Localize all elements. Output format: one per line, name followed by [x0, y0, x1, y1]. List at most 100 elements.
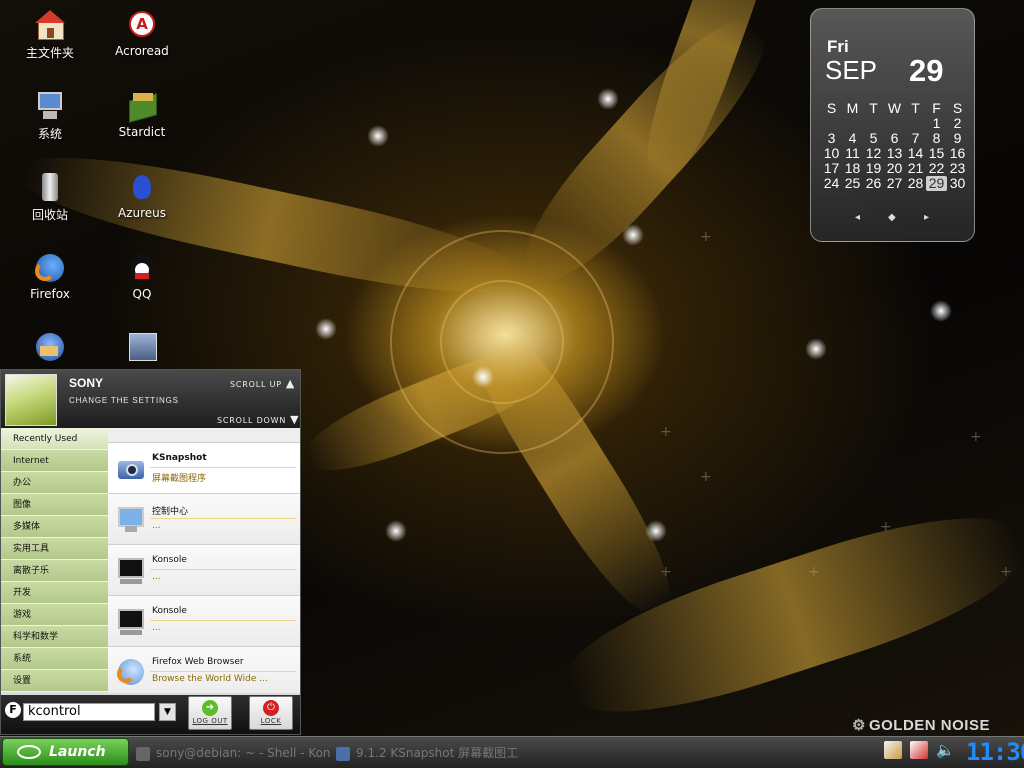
calendar-day-cell[interactable]: 22: [926, 161, 947, 176]
calendar-day-cell[interactable]: 6: [884, 131, 905, 146]
computer-icon: [35, 91, 65, 121]
calendar-week-row: 24 25 26 27 28 29 30: [821, 176, 969, 191]
taskbar-task-konsole[interactable]: sony@debian: ~ - Shell - Kon: [136, 743, 331, 763]
calendar-day-cell[interactable]: 13: [884, 146, 905, 161]
desktop-icon-app[interactable]: [99, 332, 185, 366]
calendar-day-cell[interactable]: 3: [821, 131, 842, 146]
app-item-ksnapshot[interactable]: KSnapshot 屏幕截图程序: [108, 443, 300, 494]
calendar-day-cell[interactable]: [905, 116, 926, 131]
arrow-up-icon: ▲: [285, 377, 296, 390]
desktop-icon-system[interactable]: 系统: [7, 91, 93, 142]
calendar-day-cell[interactable]: 1: [926, 116, 947, 131]
task-label: 9.1.2 KSnapshot 屏幕截图工: [356, 746, 519, 760]
calendar-day-cell[interactable]: 19: [863, 161, 884, 176]
run-command-input[interactable]: kcontrol: [23, 703, 155, 721]
desktop-icon-firefox[interactable]: Firefox: [7, 253, 93, 301]
change-settings-link[interactable]: CHANGE THE SETTINGS: [69, 396, 179, 405]
taskbar-task-ksnapshot[interactable]: 9.1.2 KSnapshot 屏幕截图工: [336, 743, 518, 763]
tray-klipper-icon[interactable]: [884, 741, 902, 759]
logout-icon: ➜: [202, 700, 218, 716]
calendar-day-cell[interactable]: [821, 116, 842, 131]
category-graphics[interactable]: 图像: [1, 494, 108, 516]
desktop-icon-home[interactable]: 主文件夹: [7, 10, 93, 61]
calendar-prev-button[interactable]: ◂: [855, 212, 860, 223]
calendar-day-cell[interactable]: 23: [947, 161, 968, 176]
calendar-day-cell[interactable]: 16: [947, 146, 968, 161]
calendar-day-cell[interactable]: 27: [884, 176, 905, 191]
category-games[interactable]: 游戏: [1, 604, 108, 626]
avatar[interactable]: [5, 374, 57, 426]
menu-header: SONY CHANGE THE SETTINGS SCROLL UP ▲ SCRO…: [1, 370, 300, 428]
calendar-day-cell[interactable]: 20: [884, 161, 905, 176]
calendar-day-cell[interactable]: 5: [863, 131, 884, 146]
volume-icon[interactable]: 🔈: [936, 741, 955, 759]
command-history-dropdown[interactable]: ▼: [159, 703, 176, 721]
clock[interactable]: 11:36: [966, 737, 1024, 767]
calendar-day-cell[interactable]: 11: [842, 146, 863, 161]
calendar-next-button[interactable]: ▸: [924, 212, 929, 223]
desktop-icon-qq[interactable]: QQ: [99, 253, 185, 301]
calendar-day-cell[interactable]: [863, 116, 884, 131]
desktop-icon-thunderbird[interactable]: [7, 332, 93, 366]
calendar-header-cell: M: [846, 100, 859, 116]
scroll-down-button[interactable]: SCROLL DOWN ▼: [217, 413, 299, 426]
app-item-konsole[interactable]: Konsole ...: [108, 545, 300, 596]
calendar-day-cell[interactable]: 14: [905, 146, 926, 161]
calendar-week-row: 10 11 12 13 14 15 16: [821, 146, 969, 161]
calendar-day-cell[interactable]: 25: [842, 176, 863, 191]
calendar-day-cell[interactable]: 2: [947, 116, 968, 131]
calendar-day-cell[interactable]: 15: [926, 146, 947, 161]
calendar-day-cell[interactable]: 12: [863, 146, 884, 161]
calendar-today-cell[interactable]: 29: [926, 176, 947, 191]
desktop-icon-trash[interactable]: 回收站: [7, 172, 93, 223]
category-development[interactable]: 开发: [1, 582, 108, 604]
calendar-weekday: Fri: [827, 37, 849, 56]
calendar-day-cell[interactable]: 30: [947, 176, 968, 191]
app-item-firefox[interactable]: Firefox Web Browser Browse the World Wid…: [108, 647, 300, 693]
calendar-day-cell[interactable]: 8: [926, 131, 947, 146]
app-item-control-center[interactable]: 控制中心 ...: [108, 494, 300, 545]
app-item-konsole[interactable]: Konsole ...: [108, 596, 300, 647]
app-description: Browse the World Wide ...: [152, 674, 268, 684]
calendar-day-cell[interactable]: 18: [842, 161, 863, 176]
launch-button[interactable]: Launch: [2, 738, 129, 766]
logout-button[interactable]: ➜ LOG OUT: [188, 696, 232, 730]
calendar-grid: S M T W T F S 1 2 3 4 5 6 7 8 9 10 11 12…: [821, 101, 969, 191]
category-games-misc[interactable]: 离散子乐: [1, 560, 108, 582]
calendar-day-cell[interactable]: 28: [905, 176, 926, 191]
desktop-icon-acroread[interactable]: A Acroread: [99, 10, 185, 58]
calendar-day-cell[interactable]: [842, 116, 863, 131]
calendar-widget: Fri SEP 29 S M T W T F S 1 2 3 4 5 6 7 8…: [810, 8, 975, 242]
calendar-day-cell[interactable]: 24: [821, 176, 842, 191]
calendar-day-cell[interactable]: 10: [821, 146, 842, 161]
wallpaper-plus: +: [1000, 564, 1012, 580]
tray-app-icon[interactable]: [910, 741, 928, 759]
calendar-day-cell[interactable]: 26: [863, 176, 884, 191]
light-orb: [805, 338, 827, 360]
scroll-up-button[interactable]: SCROLL UP ▲: [230, 377, 295, 390]
app-divider: [150, 518, 296, 519]
calendar-day-cell[interactable]: 7: [905, 131, 926, 146]
calendar-day-cell[interactable]: 4: [842, 131, 863, 146]
light-orb: [472, 366, 494, 388]
category-recently-used[interactable]: Recently Used: [1, 428, 108, 450]
category-multimedia[interactable]: 多媒体: [1, 516, 108, 538]
launch-label: Launch: [49, 744, 106, 760]
desktop-icon-azureus[interactable]: Azureus: [99, 172, 185, 220]
desktop-icon-stardict[interactable]: Stardict: [99, 91, 185, 139]
desktop-icon-label: 主文件夹: [25, 46, 74, 60]
calendar-day-cell[interactable]: 21: [905, 161, 926, 176]
calendar-day-cell[interactable]: 9: [947, 131, 968, 146]
category-internet[interactable]: Internet: [1, 450, 108, 472]
category-settings[interactable]: 设置: [1, 670, 108, 692]
calendar-day-cell[interactable]: [884, 116, 905, 131]
lock-button[interactable]: ⏻ LOCK: [249, 696, 293, 730]
app-name: 控制中心: [152, 507, 189, 517]
category-system[interactable]: 系统: [1, 648, 108, 670]
category-science[interactable]: 科学和数学: [1, 626, 108, 648]
category-office[interactable]: 办公: [1, 472, 108, 494]
calendar-day-cell[interactable]: 17: [821, 161, 842, 176]
chevron-down-icon: ▼: [164, 707, 171, 717]
category-utilities[interactable]: 实用工具: [1, 538, 108, 560]
calendar-today-button[interactable]: ◆: [888, 212, 896, 223]
